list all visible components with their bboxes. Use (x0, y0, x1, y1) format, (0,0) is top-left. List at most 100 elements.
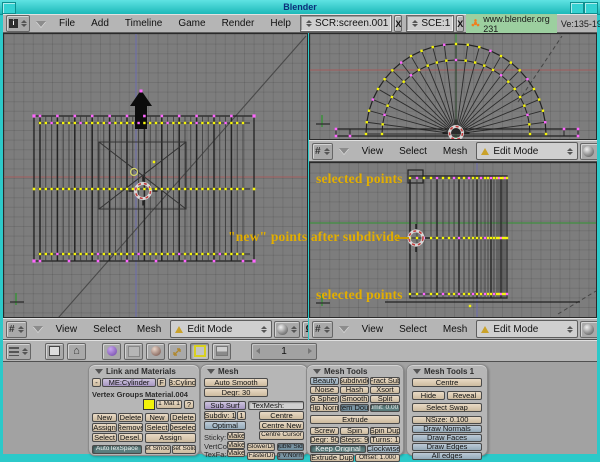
subdivide-button[interactable]: Subdivide (340, 377, 369, 385)
vgroup-select-button[interactable]: Select (92, 433, 117, 442)
material-delete-button[interactable]: Delete (170, 413, 196, 422)
panel-collapse-icon[interactable] (413, 369, 421, 374)
draw-edges-toggle[interactable]: Draw Edges (412, 443, 482, 451)
screen-delete-button[interactable]: X (394, 15, 402, 32)
fract-sub-button[interactable]: Fract Sub (370, 377, 400, 385)
flip-normals-button[interactable]: Flip Norm (310, 404, 339, 412)
material-deselect-button[interactable]: Deselect (170, 423, 196, 432)
to-sphere-button[interactable]: To Sphere (310, 395, 339, 403)
faster-draw-button[interactable]: FasterDr (247, 452, 275, 460)
scene-selector[interactable]: SCE:1 (406, 15, 454, 32)
noise-button[interactable]: Noise (310, 386, 339, 394)
rem-doubles-button[interactable]: Rem Doub (340, 404, 369, 412)
header-collapse-icon[interactable] (36, 21, 46, 27)
scene-context-button[interactable] (212, 343, 231, 360)
vertcol-make-button[interactable]: Make (227, 441, 245, 449)
viewport-type-button[interactable]: # (312, 143, 333, 160)
material-count-stepper[interactable]: 1 Mat 1 (156, 400, 182, 409)
subdiv-stepper[interactable]: Subdiv: 1 (204, 411, 236, 420)
screen-selector[interactable]: SCR:screen.001 (300, 15, 392, 32)
menu-timeline[interactable]: Timeline (118, 18, 169, 29)
panel-header[interactable]: Mesh Tools 1 (413, 367, 474, 376)
editing-context-button[interactable] (190, 343, 209, 360)
degr-stepper[interactable]: Degr: 30 (204, 388, 268, 397)
panel-header[interactable]: Mesh (207, 367, 238, 376)
xsort-button[interactable]: Xsort (370, 386, 400, 394)
optimal-toggle[interactable]: Optimal (204, 421, 246, 430)
viewport-front[interactable] (3, 33, 308, 318)
nsize-stepper[interactable]: NSize: 0.100 (412, 416, 482, 424)
screw-button[interactable]: Screw (310, 427, 339, 435)
menu-render[interactable]: Render (215, 18, 262, 29)
subsurf-toggle[interactable]: Sub Surf (204, 401, 246, 410)
centre-button[interactable]: Centre (412, 378, 482, 387)
beauty-toggle[interactable]: Beauty (310, 377, 339, 385)
frame-next-icon[interactable] (308, 348, 312, 354)
auto-smooth-toggle[interactable]: Auto Smooth (204, 378, 268, 387)
header-collapse-icon[interactable] (339, 326, 349, 332)
extrude-button[interactable]: Extrude (310, 415, 400, 424)
header-collapse-icon[interactable] (339, 148, 349, 154)
header-collapse-icon[interactable] (33, 326, 43, 332)
object-name-field[interactable]: OB:Cylinder (169, 378, 196, 387)
window-type-button[interactable] (6, 343, 31, 360)
material-new-button[interactable]: New (145, 413, 169, 422)
mode-dropdown[interactable]: Edit Mode (476, 320, 578, 338)
vgroup-new-button[interactable]: New (92, 413, 117, 422)
panel-collapse-icon[interactable] (313, 369, 321, 374)
draw-type-button[interactable] (580, 143, 597, 160)
menu-mesh[interactable]: Mesh (436, 324, 474, 335)
panel-collapse-icon[interactable] (207, 369, 215, 374)
no-vnormal-flip-toggle[interactable]: No V.Normal (277, 452, 304, 460)
vgroup-assign-button[interactable]: Assign (92, 423, 117, 432)
keep-original-toggle[interactable]: Keep Original (310, 445, 366, 453)
vgroup-remove-button[interactable]: Remove (118, 423, 143, 432)
menu-select[interactable]: Select (392, 146, 434, 157)
menu-mesh[interactable]: Mesh (130, 324, 168, 335)
centre-new-button[interactable]: Centre New (259, 421, 304, 430)
double-sided-toggle[interactable]: Double Sided (277, 443, 304, 451)
menu-add[interactable]: Add (84, 18, 116, 29)
script-context-button[interactable] (124, 343, 143, 360)
clockwise-toggle[interactable]: Clockwise (367, 445, 400, 453)
home-button[interactable]: ⌂ (67, 343, 86, 360)
offset-stepper[interactable]: Offset: 1.000 (355, 454, 400, 462)
window-minimize-button[interactable] (570, 2, 584, 14)
smooth-button[interactable]: Smooth (340, 395, 369, 403)
reveal-button[interactable]: Reveal (447, 391, 482, 400)
panel-header[interactable]: Link and Materials (95, 367, 176, 376)
viewport-top[interactable] (309, 33, 597, 140)
material-help-button[interactable]: ? (184, 400, 194, 409)
select-swap-button[interactable]: Select Swap (412, 403, 482, 412)
texface-make-button[interactable]: Make (227, 449, 245, 457)
mode-dropdown[interactable]: Edit Mode (476, 142, 578, 160)
centre-button[interactable]: Centre (259, 411, 304, 420)
window-menu-button[interactable] (2, 2, 16, 14)
menu-select[interactable]: Select (86, 324, 128, 335)
material-select-button[interactable]: Select (145, 423, 169, 432)
extrude-dup-button[interactable]: Extrude Dup (310, 454, 354, 462)
texmesh-field[interactable]: TexMesh: (248, 401, 304, 410)
set-solid-button[interactable]: Set Solid (172, 445, 196, 454)
viewport-type-button[interactable]: # (6, 321, 27, 338)
hash-button[interactable]: Hash (340, 386, 369, 394)
turns-stepper[interactable]: Turns: 1 (370, 436, 400, 444)
pivot-button[interactable]: Ω (302, 321, 308, 338)
menu-file[interactable]: File (52, 18, 82, 29)
frame-number-field[interactable]: 1 (251, 343, 317, 360)
menu-view[interactable]: View (355, 146, 391, 157)
vgroup-deselect-button[interactable]: Desel. (118, 433, 143, 442)
steps-stepper[interactable]: Steps: 9 (340, 436, 369, 444)
menu-mesh[interactable]: Mesh (436, 146, 474, 157)
spin-dup-button[interactable]: Spin Dup (370, 427, 400, 435)
degr-stepper[interactable]: Degr: 90 (310, 436, 339, 444)
logic-context-button[interactable] (102, 343, 121, 360)
vgroup-delete-button[interactable]: Delete (118, 413, 143, 422)
draw-faces-toggle[interactable]: Draw Faces (412, 434, 482, 442)
menu-game[interactable]: Game (171, 18, 212, 29)
limit-stepper[interactable]: Limit: 0.001 (370, 404, 400, 412)
subdiv-render-stepper[interactable]: 1 (237, 411, 246, 420)
set-smooth-button[interactable]: Set Smooth (145, 445, 171, 454)
all-edges-toggle[interactable]: All edges (412, 452, 482, 460)
autotexspace-toggle[interactable]: AutoTexSpace (92, 445, 142, 454)
